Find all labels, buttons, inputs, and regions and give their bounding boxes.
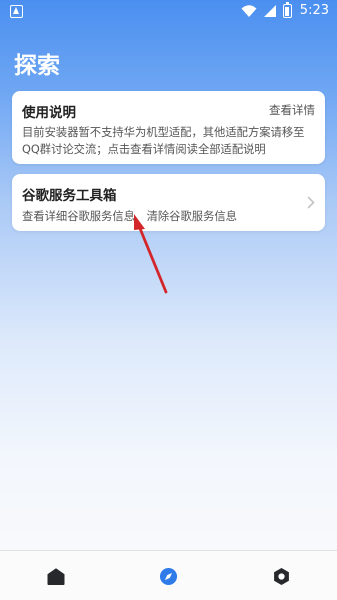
usage-instructions-card[interactable]: 使用说明 查看详情 目前安装器暂不支持华为机型适配，其他适配方案请移至QQ群讨论… (12, 91, 325, 164)
status-icons: 5:23 (241, 1, 329, 18)
view-details-link[interactable]: 查看详情 (269, 102, 315, 118)
compass-icon (159, 567, 177, 585)
google-services-toolbox-card[interactable]: 谷歌服务工具箱 查看详细谷歌服务信息 清除谷歌服务信息 (12, 174, 325, 231)
app-notification-icon (10, 5, 23, 18)
nav-settings[interactable] (241, 551, 321, 600)
signal-icon (263, 4, 276, 17)
view-google-service-info-link[interactable]: 查看详细谷歌服务信息 (22, 208, 135, 224)
nav-home[interactable] (16, 551, 96, 600)
card-actions: 查看详细谷歌服务信息 清除谷歌服务信息 (22, 208, 237, 224)
nav-explore[interactable] (128, 551, 208, 600)
annotation-overlay (127, 214, 213, 594)
status-time: 5:23 (299, 3, 329, 18)
chevron-right-icon (307, 196, 315, 209)
card-title: 谷歌服务工具箱 (22, 188, 117, 204)
wifi-icon (241, 4, 257, 17)
settings-icon (273, 567, 289, 585)
page-title: 探索 (14, 53, 60, 79)
card-title: 使用说明 (22, 105, 76, 121)
card-description: 目前安装器暂不支持华为机型适配，其他适配方案请移至QQ群讨论交流；点击查看详情阅… (22, 126, 305, 156)
home-icon (47, 567, 65, 585)
battery-icon (282, 1, 292, 18)
clear-google-service-info-link[interactable]: 清除谷歌服务信息 (147, 208, 237, 224)
status-bar: 5:23 (0, 0, 337, 24)
bottom-navigation (0, 550, 337, 600)
